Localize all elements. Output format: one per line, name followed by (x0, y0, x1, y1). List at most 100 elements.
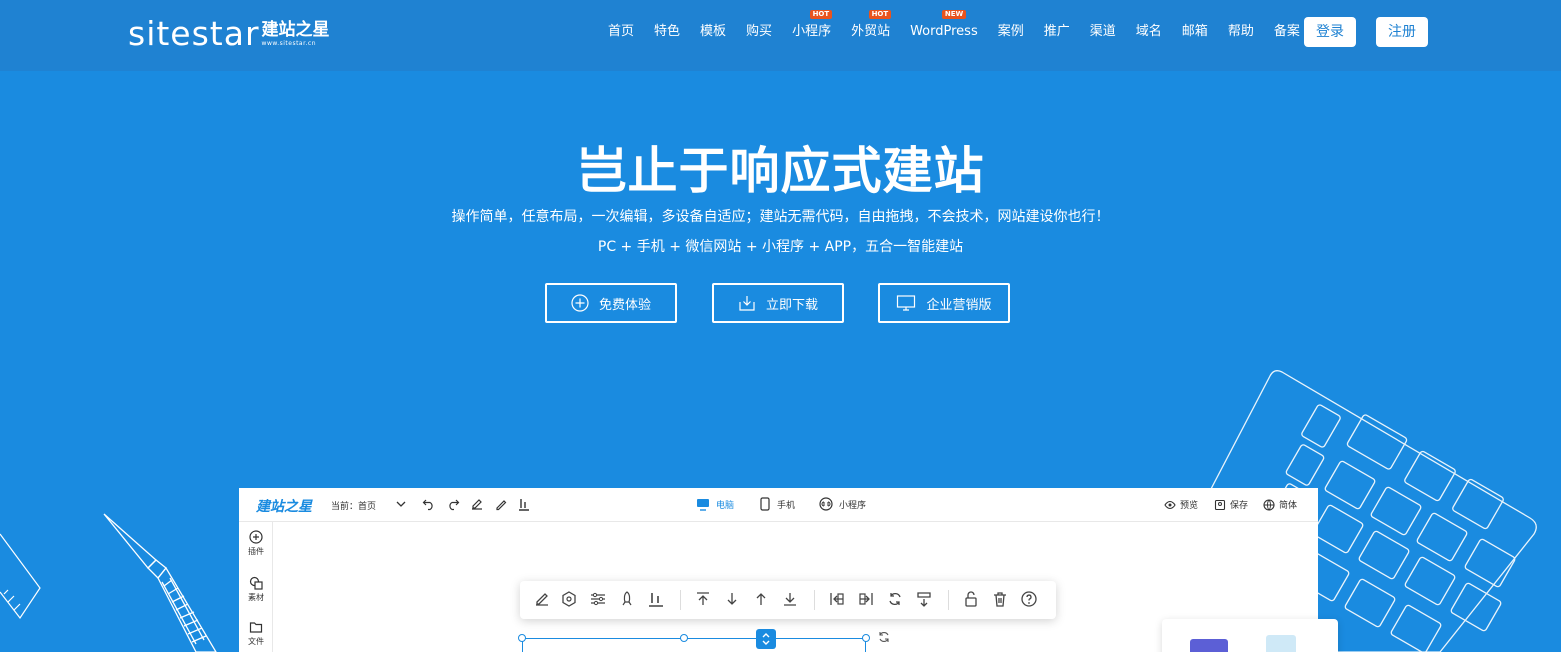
hero-subtitle-secondary: PC + 手机 + 微信网站 + 小程序 + APP，五合一智能建站 (597, 239, 964, 255)
move-top-icon[interactable] (694, 590, 712, 608)
align-bottom-icon[interactable] (647, 590, 665, 608)
nav-label: 邮箱 (1181, 24, 1208, 39)
top-header: sitestar 建站之星 www.sitestar.cn 首页 特色 模板 购… (0, 0, 1561, 71)
undo-icon[interactable] (422, 497, 436, 511)
move-down-icon[interactable] (723, 590, 741, 608)
cta-label: 企业营销版 (926, 297, 992, 313)
nav-label: 推广 (1043, 24, 1070, 39)
language-label: 简体 (1279, 501, 1298, 511)
nav-item-templates[interactable]: 模板 (690, 0, 736, 64)
nav-label: 帮助 (1227, 24, 1254, 39)
trash-icon[interactable] (991, 590, 1009, 608)
edit-icon[interactable] (470, 497, 484, 511)
ruler-illustration (0, 533, 41, 620)
hexagon-icon[interactable] (560, 590, 578, 608)
save-button[interactable]: 保存 (1214, 498, 1248, 511)
device-label: 小程序 (839, 500, 867, 511)
brush-icon[interactable] (494, 497, 508, 511)
nav-label: 购买 (746, 24, 773, 39)
align-bottom-icon[interactable] (517, 497, 531, 511)
plus-circle-icon (571, 294, 589, 312)
drag-handle[interactable] (756, 629, 776, 649)
template-card[interactable] (1162, 619, 1338, 652)
card-thumbnail (1190, 639, 1228, 652)
nav-label: 渠道 (1089, 24, 1116, 39)
insert-below-icon[interactable] (915, 590, 933, 608)
logo-text-en: sitestar (128, 14, 260, 53)
resize-handle[interactable] (680, 634, 688, 642)
nav-item-cases[interactable]: 案例 (988, 0, 1034, 64)
nav-item-promotion[interactable]: 推广 (1034, 0, 1080, 64)
language-select[interactable]: 简体 (1263, 498, 1297, 511)
nav-item-domain[interactable]: 域名 (1126, 0, 1172, 64)
hot-badge: HOT (868, 10, 892, 19)
sidebar-item-assets[interactable]: 素材 (239, 576, 273, 603)
nav-label: 案例 (997, 24, 1024, 39)
align-right-icon[interactable] (857, 590, 875, 608)
free-trial-button[interactable]: 免费体验 (545, 283, 677, 323)
nav-item-features[interactable]: 特色 (644, 0, 690, 64)
monitor-icon (897, 295, 916, 311)
hero-title: 岂止于响应式建站 (576, 142, 985, 200)
sidebar-label: 插件 (248, 547, 264, 556)
download-button[interactable]: 立即下载 (712, 283, 844, 323)
rotate-icon[interactable] (886, 590, 904, 608)
sidebar-item-files[interactable]: 文件 (239, 620, 273, 647)
nav-item-wordpress[interactable]: WordPress NEW (900, 0, 988, 64)
sidebar-item-plugins[interactable]: 插件 (239, 530, 273, 557)
nav-item-channel[interactable]: 渠道 (1080, 0, 1126, 64)
logo-url: www.sitestar.cn (261, 40, 317, 47)
align-left-icon[interactable] (828, 590, 846, 608)
new-badge: NEW (941, 10, 967, 19)
nav-item-miniprogram[interactable]: 小程序 HOT (782, 0, 841, 64)
resize-handle[interactable] (518, 634, 526, 642)
toolbar-divider (814, 590, 815, 610)
selected-element-outline[interactable] (522, 638, 866, 652)
unlock-icon[interactable] (962, 590, 980, 608)
nav-label: 备案 (1273, 24, 1300, 39)
sidebar-label: 文件 (248, 637, 264, 646)
drag-arrows-icon (762, 633, 770, 645)
nav-item-icp[interactable]: 备案 (1264, 0, 1310, 64)
resize-handle[interactable] (862, 634, 870, 642)
device-desktop[interactable]: 电脑 (696, 497, 734, 511)
rotate-handle-icon[interactable] (877, 630, 891, 644)
move-up-icon[interactable] (752, 590, 770, 608)
save-label: 保存 (1230, 501, 1249, 511)
mobile-icon (760, 497, 770, 511)
device-miniprogram[interactable]: 小程序 (819, 497, 866, 511)
enterprise-edition-button[interactable]: 企业营销版 (878, 283, 1010, 323)
miniprogram-icon (819, 497, 833, 511)
sliders-icon[interactable] (589, 590, 607, 608)
pen-icon[interactable] (533, 590, 551, 608)
toolbar-divider (948, 590, 949, 610)
device-mobile[interactable]: 手机 (759, 497, 795, 511)
device-label: 手机 (777, 500, 796, 511)
download-icon (739, 296, 755, 311)
logo-text-cn: 建站之星 (261, 20, 330, 40)
nav-item-home[interactable]: 首页 (598, 0, 644, 64)
move-bottom-icon[interactable] (781, 590, 799, 608)
desktop-icon (697, 499, 709, 511)
site-logo[interactable]: sitestar 建站之星 www.sitestar.cn (128, 14, 330, 53)
cta-label: 免费体验 (598, 297, 651, 313)
nav-item-foreign-trade[interactable]: 外贸站 HOT (841, 0, 900, 64)
toolbar-divider (680, 590, 681, 610)
knife-illustration (103, 513, 217, 652)
nav-label: 外贸站 (851, 24, 891, 39)
nav-item-buy[interactable]: 购买 (736, 0, 782, 64)
main-nav: 首页 特色 模板 购买 小程序 HOT 外贸站 HOT WordPress NEW 案… (598, 0, 1310, 64)
redo-icon[interactable] (446, 497, 460, 511)
nav-item-email[interactable]: 邮箱 (1172, 0, 1218, 64)
nav-label: WordPress (910, 24, 978, 39)
nav-label: 模板 (700, 24, 727, 39)
help-icon[interactable] (1020, 590, 1038, 608)
eye-icon (1164, 500, 1176, 509)
preview-button[interactable]: 预览 (1164, 498, 1198, 511)
current-page-select[interactable]: 当前：首页 (331, 499, 376, 512)
rocket-icon[interactable] (618, 590, 636, 608)
chevron-down-icon[interactable] (395, 498, 407, 510)
login-button[interactable]: 登录 (1304, 17, 1356, 47)
register-button[interactable]: 注册 (1376, 17, 1428, 47)
nav-item-help[interactable]: 帮助 (1218, 0, 1264, 64)
